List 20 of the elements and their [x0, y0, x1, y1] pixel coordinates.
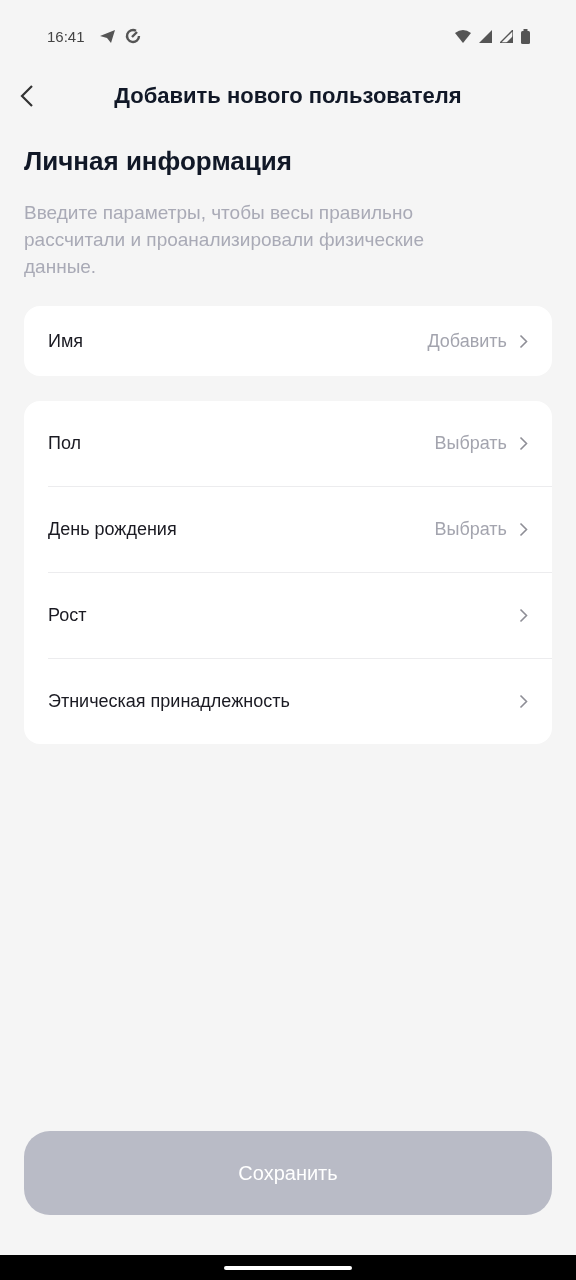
settings-row[interactable]: Пол Выбрать: [48, 401, 552, 486]
signal-icon: [500, 29, 513, 43]
section-title: Личная информация: [24, 146, 293, 177]
page-title: Добавить нового пользователя: [113, 83, 463, 109]
chevron-icon: [519, 522, 528, 537]
status-time: 16:41: [47, 27, 85, 45]
settings-row[interactable]: Рост: [48, 572, 552, 658]
chevron-icon: [519, 436, 528, 451]
chevron-icon: [519, 333, 528, 349]
settings-row[interactable]: Имя Добавить: [48, 306, 552, 376]
chevron-icon: [519, 608, 528, 623]
refresh-icon: [123, 27, 142, 45]
settings-row[interactable]: Этническая принадлежность: [48, 658, 552, 744]
chevron-icon: [519, 694, 528, 709]
description-text: Введите параметры, чтобы весы правильно рассчитали и проанализировали физические данные.: [24, 201, 426, 279]
send-icon: [98, 28, 116, 44]
settings-row[interactable]: День рождения Выбрать: [48, 486, 552, 572]
wifi-icon: [455, 29, 471, 43]
battery-icon: [521, 28, 530, 44]
signal-icon: [479, 29, 492, 43]
